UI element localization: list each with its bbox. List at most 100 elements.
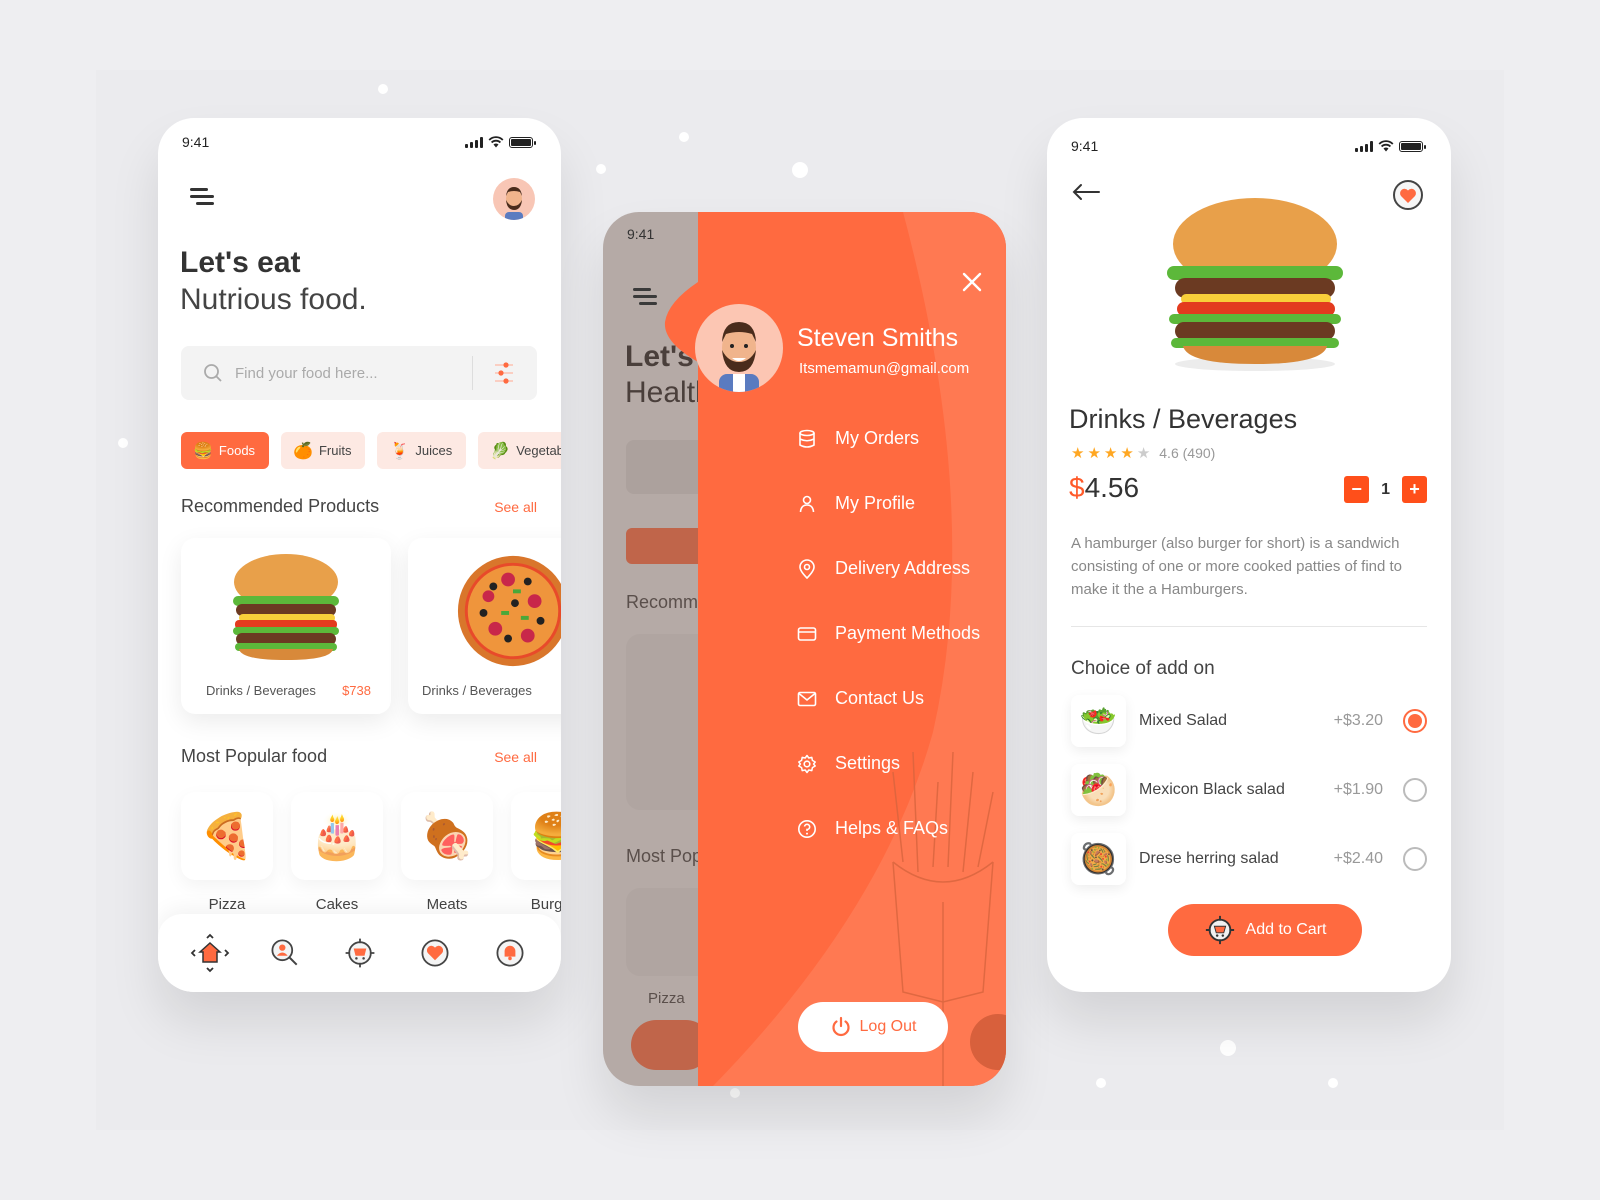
star-icon-filled: ★ bbox=[1103, 445, 1118, 462]
back-arrow-icon[interactable] bbox=[1071, 182, 1101, 202]
mail-icon bbox=[797, 691, 817, 706]
menu-item-helps-faqs[interactable]: Helps & FAQs bbox=[797, 818, 948, 839]
tab-notifications[interactable] bbox=[488, 931, 532, 975]
user-avatar[interactable] bbox=[493, 178, 535, 220]
increase-quantity-button[interactable]: + bbox=[1402, 476, 1427, 503]
category-chips: 🍔 Foods 🍊 Fruits 🍹 Juices 🥬 Vegetables bbox=[181, 432, 561, 469]
popular-item-label: Meats bbox=[426, 896, 468, 913]
addon-option[interactable]: 🥗 Mixed Salad +$3.20 bbox=[1071, 694, 1427, 748]
quantity-value: 1 bbox=[1381, 480, 1390, 498]
logout-button[interactable]: Log Out bbox=[798, 1002, 948, 1052]
menu-item-my-orders[interactable]: My Orders bbox=[797, 428, 919, 449]
addon-option[interactable]: 🥘 Drese herring salad +$2.40 bbox=[1071, 832, 1427, 886]
tab-cart[interactable] bbox=[338, 931, 382, 975]
see-all-link[interactable]: See all bbox=[494, 499, 537, 515]
search-user-icon bbox=[271, 939, 297, 966]
help-circle-icon bbox=[798, 819, 816, 838]
menu-item-label: My Profile bbox=[835, 493, 916, 513]
search-input[interactable] bbox=[235, 364, 465, 382]
salad-icon: 🥗 bbox=[1071, 695, 1126, 747]
section-title: Recommended Products bbox=[181, 496, 380, 516]
currency-symbol: $ bbox=[1069, 472, 1085, 503]
wifi-icon bbox=[1378, 140, 1394, 152]
burger-icon: 🍔 bbox=[193, 442, 213, 460]
popular-item-label: Cakes bbox=[315, 896, 359, 913]
category-label: Fruits bbox=[318, 443, 352, 458]
addon-radio-selected[interactable] bbox=[1403, 709, 1427, 733]
decor-dot bbox=[730, 1088, 740, 1098]
star-icon-filled: ★ bbox=[1087, 445, 1101, 462]
close-icon[interactable] bbox=[960, 270, 984, 294]
menu-item-delivery-address[interactable]: Delivery Address bbox=[797, 558, 970, 579]
decor-dot bbox=[1328, 1078, 1338, 1088]
addon-name: Mixed Salad bbox=[1139, 712, 1228, 729]
addon-price: +$2.40 bbox=[1333, 850, 1383, 867]
user-email: Itsmemamun@gmail.com bbox=[799, 360, 970, 377]
popular-item-burgers[interactable]: 🍔 Burgers bbox=[511, 792, 561, 913]
juice-icon: 🍹 bbox=[389, 442, 410, 460]
status-time: 9:41 bbox=[1071, 138, 1099, 154]
tab-home[interactable] bbox=[188, 931, 232, 975]
meat-icon: 🍖 bbox=[401, 792, 493, 880]
notification-bell-icon bbox=[496, 939, 523, 967]
orders-database-icon bbox=[799, 429, 815, 448]
status-bar: 9:41 bbox=[1071, 134, 1426, 158]
add-to-cart-label: Add to Cart bbox=[1245, 921, 1327, 938]
wifi-icon bbox=[488, 136, 504, 148]
addon-price: +$1.90 bbox=[1333, 781, 1383, 798]
popular-item-label: Pizza bbox=[208, 896, 246, 913]
search-bar bbox=[181, 346, 537, 400]
home-screen: 9:41 Let's eat Nutrious food. 🍔 Foods 🍊 bbox=[158, 118, 561, 992]
tab-favorites[interactable] bbox=[413, 931, 457, 975]
popular-item-pizza[interactable]: 🍕 Pizza bbox=[181, 792, 273, 913]
category-chip-fruits[interactable]: 🍊 Fruits bbox=[281, 432, 366, 469]
product-price: $738 bbox=[342, 683, 371, 698]
popular-item-cakes[interactable]: 🎂 Cakes bbox=[291, 792, 383, 913]
menu-item-contact-us[interactable]: Contact Us bbox=[797, 688, 924, 709]
search-icon bbox=[204, 364, 222, 382]
menu-item-payment-methods[interactable]: Payment Methods bbox=[797, 623, 980, 644]
category-chip-foods[interactable]: 🍔 Foods bbox=[181, 432, 270, 469]
addon-radio[interactable] bbox=[1403, 847, 1427, 871]
tab-search-user[interactable] bbox=[263, 931, 307, 975]
popular-item-meats[interactable]: 🍖 Meats bbox=[401, 792, 493, 913]
menu-item-settings[interactable]: Settings bbox=[797, 753, 900, 774]
star-icon-empty: ★ bbox=[1136, 445, 1151, 462]
product-card[interactable]: Drinks / Beverages bbox=[408, 538, 561, 714]
star-icon-filled: ★ bbox=[1071, 445, 1085, 462]
product-card[interactable]: Drinks / Beverages $738 bbox=[181, 538, 391, 714]
addon-radio[interactable] bbox=[1403, 778, 1427, 802]
add-to-cart-button[interactable]: Add to Cart bbox=[1168, 904, 1362, 956]
decor-dot bbox=[378, 84, 388, 94]
drawer-screen: 9:41 Let's eat Healthy Recommended Most … bbox=[603, 212, 1006, 1086]
hero-subtitle: Nutrious food. bbox=[180, 283, 367, 316]
see-all-link[interactable]: See all bbox=[494, 749, 537, 765]
filter-sliders-icon[interactable] bbox=[493, 360, 515, 386]
decor-dot bbox=[596, 164, 606, 174]
addons-title: Choice of add on bbox=[1071, 658, 1215, 679]
hero-title: Let's eat bbox=[180, 246, 301, 279]
menu-item-my-profile[interactable]: My Profile bbox=[797, 493, 915, 514]
quantity-stepper: − 1 + bbox=[1344, 476, 1427, 503]
burger-icon: 🍔 bbox=[511, 792, 561, 880]
logout-label: Log Out bbox=[859, 1018, 917, 1035]
decor-dot bbox=[118, 438, 128, 448]
home-icon bbox=[190, 933, 229, 973]
section-title: Most Popular food bbox=[181, 746, 328, 766]
user-icon bbox=[799, 495, 815, 512]
addon-option[interactable]: 🥙 Mexicon Black salad +$1.90 bbox=[1071, 763, 1427, 817]
hamburger-menu-icon[interactable] bbox=[190, 188, 214, 208]
pizza-image bbox=[454, 552, 561, 675]
product-detail-screen: 9:41 Drinks / Beverages ★ ★ ★ ★ ★ 4.6 (4… bbox=[1047, 118, 1451, 992]
category-chip-juices[interactable]: 🍹 Juices bbox=[377, 432, 467, 469]
credit-card-icon bbox=[797, 626, 817, 641]
cake-icon: 🎂 bbox=[291, 792, 383, 880]
decrease-quantity-button[interactable]: − bbox=[1344, 476, 1370, 503]
star-rating: ★ ★ ★ ★ ★ 4.6 (490) bbox=[1071, 444, 1215, 462]
category-label: Vegetables bbox=[516, 443, 561, 458]
burger-image bbox=[221, 552, 351, 667]
favorite-heart-icon[interactable] bbox=[1391, 178, 1425, 212]
status-time: 9:41 bbox=[182, 134, 210, 150]
category-chip-vegetables[interactable]: 🥬 Vegetables bbox=[478, 432, 561, 469]
power-icon bbox=[831, 1016, 850, 1037]
